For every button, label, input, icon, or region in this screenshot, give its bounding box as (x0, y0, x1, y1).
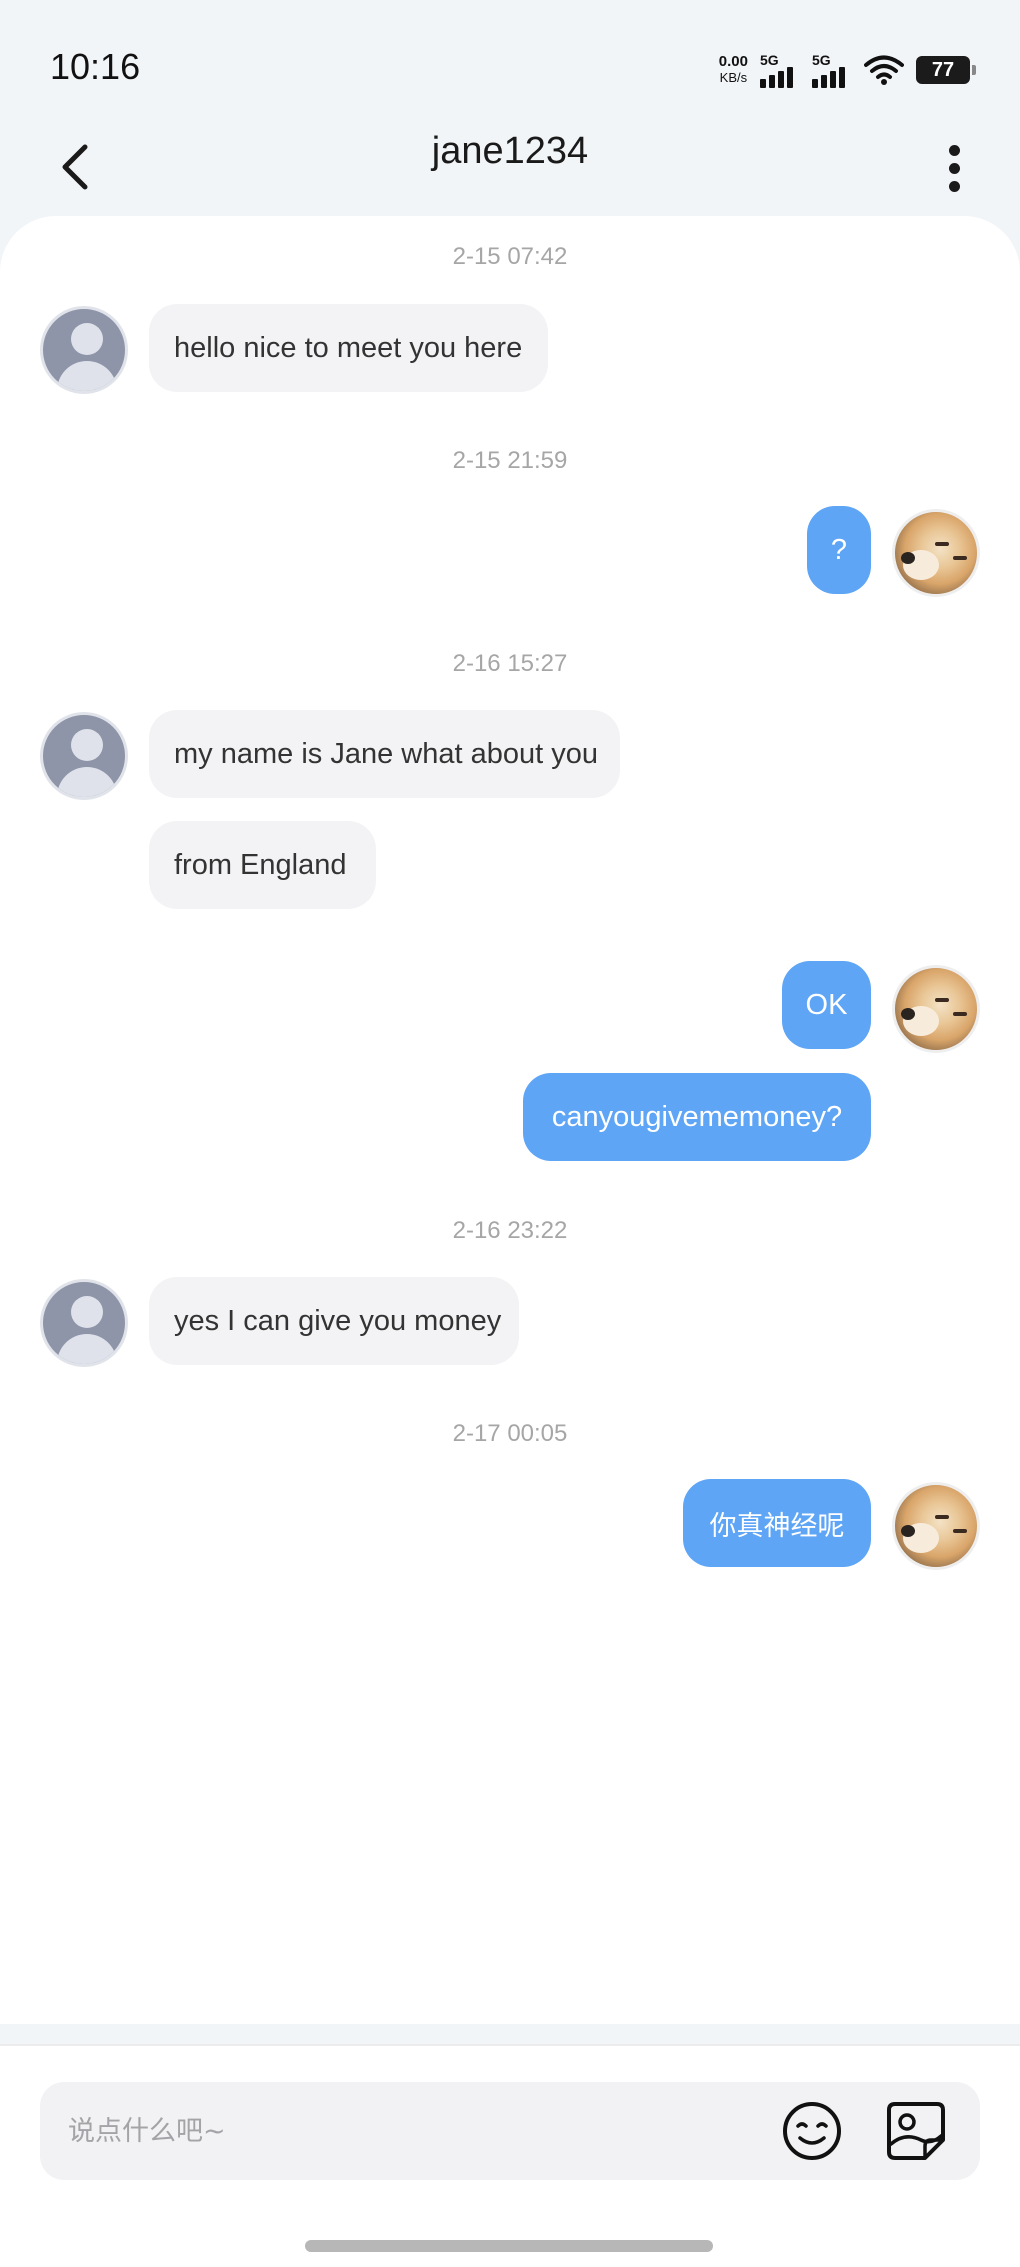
contact-avatar[interactable] (40, 1279, 128, 1367)
user-avatar[interactable] (892, 1482, 980, 1570)
incoming-message[interactable]: my name is Jane what about you (149, 710, 620, 798)
sim2-label: 5G (812, 52, 831, 68)
signal-icon: 5G (812, 52, 852, 88)
status-time: 10:16 (50, 46, 141, 87)
outgoing-message[interactable]: ? (807, 506, 871, 594)
home-indicator[interactable] (305, 2240, 713, 2252)
battery-level: 77 (931, 58, 955, 81)
chat-screen: 10:16 0.00 KB/s 5G 5G 77 jane1234 2-15 0… (0, 0, 1020, 2267)
contact-avatar[interactable] (40, 306, 128, 394)
user-avatar[interactable] (892, 965, 980, 1053)
message-list[interactable]: 2-15 07:42 hello nice to meet you here 2… (0, 216, 1020, 2024)
composer (40, 2082, 980, 2180)
network-speed-value: 0.00 (718, 53, 748, 70)
contact-avatar[interactable] (40, 712, 128, 800)
status-bar: 10:16 0.00 KB/s 5G 5G 77 (0, 0, 1020, 120)
outgoing-message[interactable]: canyougivememoney? (523, 1073, 871, 1161)
message-timestamp: 2-15 07:42 (452, 243, 568, 270)
sim1-label: 5G (760, 52, 779, 68)
message-input[interactable] (68, 2082, 768, 2180)
message-timestamp: 2-16 15:27 (452, 650, 568, 677)
status-indicators: 0.00 KB/s 5G 5G 77 (719, 50, 976, 90)
outgoing-message[interactable]: 你真神经呢 (683, 1479, 871, 1567)
incoming-message[interactable]: yes I can give you money (149, 1277, 519, 1365)
composer-bar (0, 2044, 1020, 2267)
network-speed: 0.00 KB/s (719, 54, 748, 86)
chat-title: jane1234 (431, 130, 589, 172)
sticker-icon[interactable] (885, 2100, 947, 2162)
user-avatar[interactable] (892, 509, 980, 597)
incoming-message[interactable]: hello nice to meet you here (149, 304, 548, 392)
outgoing-message[interactable]: OK (782, 961, 871, 1049)
message-timestamp: 2-15 21:59 (452, 447, 568, 474)
more-vertical-icon (948, 144, 960, 156)
message-timestamp: 2-17 00:05 (452, 1420, 568, 1447)
chat-header: jane1234 (0, 120, 1020, 220)
battery-icon: 77 (916, 56, 976, 84)
incoming-message[interactable]: from England (149, 821, 376, 909)
network-speed-unit: KB/s (719, 70, 748, 85)
wifi-icon (864, 55, 904, 85)
signal-icon: 5G (760, 52, 800, 88)
smiley-icon[interactable] (781, 2100, 843, 2162)
more-options-button[interactable] (932, 136, 976, 200)
message-timestamp: 2-16 23:22 (452, 1217, 568, 1244)
